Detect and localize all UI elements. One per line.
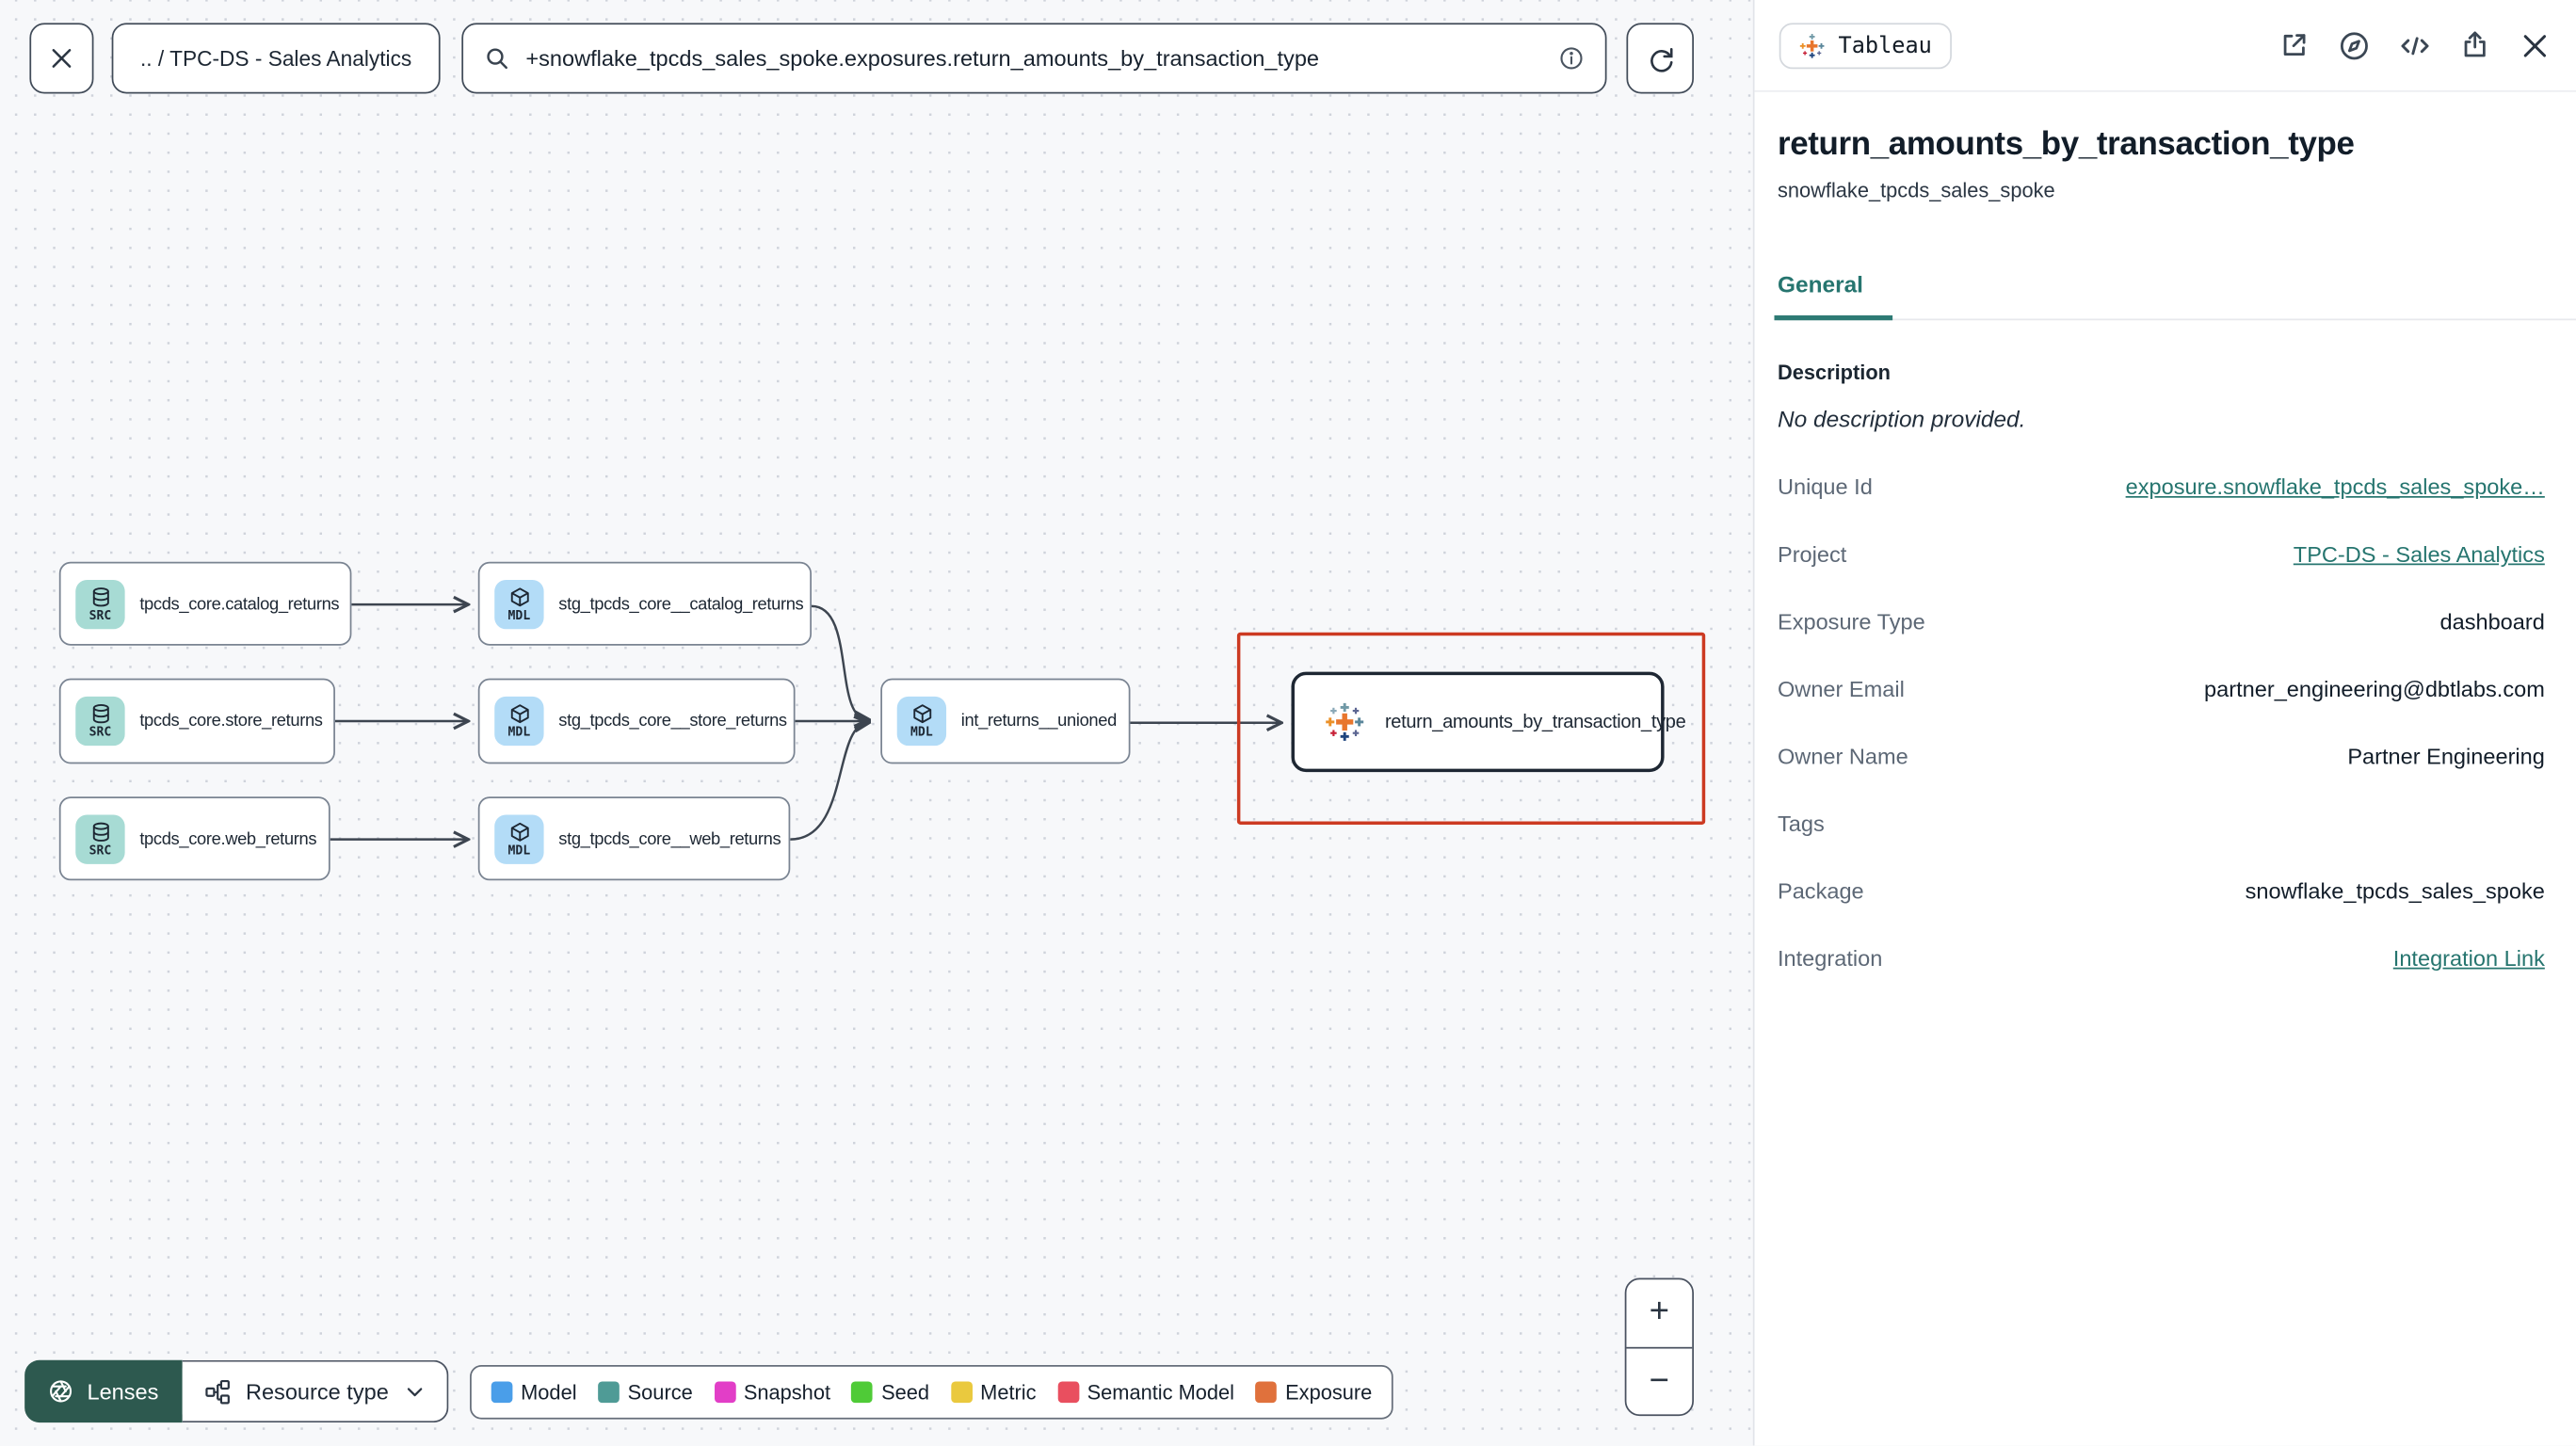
lenses-aperture-icon <box>48 1378 74 1405</box>
cube-icon <box>508 703 530 725</box>
info-icon[interactable] <box>1557 44 1586 72</box>
details-panel-header: Tableau <box>1754 0 2576 92</box>
model-node-badge: MDL <box>494 813 544 863</box>
chevron-down-icon <box>404 1381 426 1403</box>
database-icon <box>89 586 111 607</box>
field-row-tags: Tags <box>1777 811 1825 837</box>
model-node-badge: MDL <box>896 696 947 747</box>
database-icon <box>89 703 111 725</box>
lineage-node-stg-store-returns[interactable]: MDL stg_tpcds_core__store_returns <box>477 678 796 764</box>
node-label: tpcds_core.catalog_returns <box>139 593 340 614</box>
node-label: stg_tpcds_core__catalog_returns <box>558 593 804 614</box>
details-fields: Unique Id exposure.snowflake_tpcds_sales… <box>1778 454 2576 992</box>
field-row-unique-id: Unique Id exposure.snowflake_tpcds_sales… <box>1777 474 2545 500</box>
legend-item-model: Model <box>491 1381 577 1404</box>
details-panel-body: return_amounts_by_transaction_type snowf… <box>1755 126 2576 992</box>
refresh-icon <box>1646 43 1675 72</box>
node-label: int_returns__unioned <box>960 711 1118 731</box>
sitemap-icon <box>203 1377 232 1406</box>
owner-name-value: Partner Engineering <box>2347 744 2545 769</box>
field-row-package: Package snowflake_tpcds_sales_spoke <box>1777 878 2545 904</box>
lineage-node-exposure-return-amounts[interactable]: return_amounts_by_transaction_type <box>1291 671 1686 773</box>
integration-badge: Tableau <box>1779 22 1952 69</box>
semantic-model-swatch <box>1057 1381 1079 1404</box>
lineage-node-stg-catalog-returns[interactable]: MDL stg_tpcds_core__catalog_returns <box>477 561 812 646</box>
metric-swatch <box>950 1381 973 1404</box>
cube-icon <box>911 703 933 725</box>
lineage-canvas[interactable]: SRC tpcds_core.catalog_returns SRC tpcds… <box>0 0 1755 1446</box>
cube-icon <box>508 821 530 843</box>
source-node-badge: SRC <box>75 579 125 629</box>
project-link[interactable]: TPC-DS - Sales Analytics <box>2294 542 2545 567</box>
model-node-badge: MDL <box>494 696 544 747</box>
node-label: stg_tpcds_core__store_returns <box>558 711 787 731</box>
description-empty-text: No description provided. <box>1777 405 2026 432</box>
resource-type-legend: Model Source Snapshot Seed Metric Semant… <box>470 1365 1393 1420</box>
model-swatch <box>491 1381 513 1404</box>
field-row-project: Project TPC-DS - Sales Analytics <box>1777 541 2545 567</box>
source-node-badge: SRC <box>75 696 125 747</box>
search-icon <box>483 44 511 72</box>
node-title: return_amounts_by_transaction_type <box>1777 126 2355 163</box>
field-row-integration: Integration Integration Link <box>1777 946 2545 972</box>
integration-link[interactable]: Integration Link <box>2393 946 2545 971</box>
legend-item-snapshot: Snapshot <box>714 1381 830 1404</box>
dbt-explorer-lineage-view: SRC tpcds_core.catalog_returns SRC tpcds… <box>0 0 2576 1446</box>
cube-icon <box>508 586 530 607</box>
package-value: snowflake_tpcds_sales_spoke <box>2245 878 2545 904</box>
explore-icon[interactable] <box>2338 29 2371 62</box>
node-label: tpcds_core.store_returns <box>139 711 323 731</box>
resource-type-dropdown[interactable]: Resource type <box>181 1359 448 1423</box>
refresh-lineage-button[interactable] <box>1626 23 1694 94</box>
node-package-subtitle: snowflake_tpcds_sales_spoke <box>1777 179 2055 202</box>
description-label: Description <box>1777 361 1891 385</box>
owner-email-value: partner_engineering@dbtlabs.com <box>2204 676 2545 702</box>
lineage-node-int-returns-unioned[interactable]: MDL int_returns__unioned <box>880 678 1131 764</box>
close-panel-icon[interactable] <box>2519 29 2552 62</box>
legend-item-exposure: Exposure <box>1255 1381 1372 1404</box>
canvas-zoom-control: + − <box>1624 1277 1694 1417</box>
zoom-out-button[interactable]: − <box>1626 1348 1692 1415</box>
field-row-owner-name: Owner Name Partner Engineering <box>1777 744 2545 769</box>
close-lineage-button[interactable] <box>29 23 94 94</box>
exposure-swatch <box>1255 1381 1278 1404</box>
legend-item-semantic-model: Semantic Model <box>1057 1381 1234 1404</box>
lineage-node-source-catalog-returns[interactable]: SRC tpcds_core.catalog_returns <box>58 561 352 646</box>
legend-item-metric: Metric <box>950 1381 1037 1404</box>
panel-tabs: General <box>1774 271 2576 321</box>
lenses-button[interactable]: Lenses <box>24 1359 182 1423</box>
share-icon[interactable] <box>2459 29 2490 60</box>
zoom-in-button[interactable]: + <box>1626 1279 1693 1348</box>
tab-general[interactable]: General <box>1774 271 1893 321</box>
open-external-icon[interactable] <box>2278 29 2310 60</box>
node-label: stg_tpcds_core__web_returns <box>558 828 781 849</box>
legend-item-source: Source <box>598 1381 693 1404</box>
node-label: tpcds_core.web_returns <box>139 828 317 849</box>
breadcrumb[interactable]: .. / TPC-DS - Sales Analytics <box>111 23 441 94</box>
seed-swatch <box>851 1381 874 1404</box>
lineage-node-source-web-returns[interactable]: SRC tpcds_core.web_returns <box>58 796 330 881</box>
node-details-panel: Tableau return_amounts_by_transaction_ty… <box>1754 0 2576 1446</box>
code-icon[interactable] <box>2399 29 2432 62</box>
canvas-bottom-controls: Lenses Resource type <box>24 1359 448 1423</box>
lineage-node-source-store-returns[interactable]: SRC tpcds_core.store_returns <box>58 678 335 764</box>
unique-id-link[interactable]: exposure.snowflake_tpcds_sales_spoke… <box>2126 474 2545 499</box>
source-swatch <box>598 1381 620 1404</box>
node-label: return_amounts_by_transaction_type <box>1384 712 1686 732</box>
model-node-badge: MDL <box>494 579 544 629</box>
legend-item-seed: Seed <box>851 1381 929 1404</box>
database-icon <box>89 821 111 843</box>
panel-action-icons <box>2278 29 2552 62</box>
exposure-type-value: dashboard <box>2439 609 2545 635</box>
snapshot-swatch <box>714 1381 736 1404</box>
close-icon <box>48 44 76 72</box>
lineage-search-bar <box>461 23 1607 94</box>
lineage-node-stg-web-returns[interactable]: MDL stg_tpcds_core__web_returns <box>477 796 791 881</box>
field-row-owner-email: Owner Email partner_engineering@dbtlabs.… <box>1777 676 2545 702</box>
source-node-badge: SRC <box>75 813 125 863</box>
search-input[interactable] <box>525 45 1543 72</box>
tableau-logo-icon <box>1324 701 1365 743</box>
tableau-logo-icon <box>1799 32 1826 58</box>
field-row-exposure-type: Exposure Type dashboard <box>1777 609 2545 635</box>
